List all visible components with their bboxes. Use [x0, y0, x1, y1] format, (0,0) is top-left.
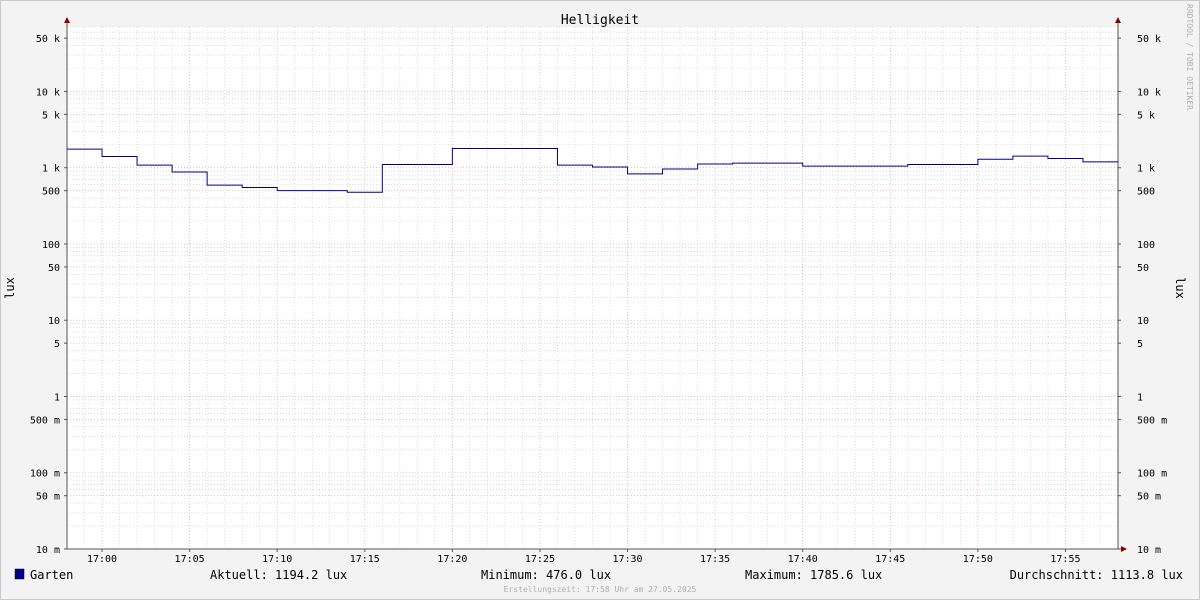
y-tick-label-left: 100 [42, 240, 60, 251]
y-tick-label-right: 10 [1137, 316, 1149, 327]
x-tick-label: 17:45 [875, 554, 905, 565]
y-tick-label-right: 500 m [1137, 415, 1167, 426]
x-tick-label: 17:05 [175, 554, 205, 565]
x-tick-label: 17:55 [1050, 554, 1080, 565]
y-tick-label-right: 1 k [1137, 164, 1155, 175]
y-tick-label-left: 10 m [36, 545, 60, 556]
y-tick-label-left: 5 k [42, 110, 60, 121]
x-tick-label: 17:00 [87, 554, 117, 565]
x-tick-label: 17:10 [262, 554, 292, 565]
y-axis-ticks-right: 10 m 50 m 100 m 500 m 1 5 10 50 100 500 1 k 5 k 10 k… [1118, 34, 1167, 556]
y-tick-label-left: 1 [54, 392, 60, 403]
y-tick-label-left: 10 k [36, 87, 60, 98]
footer-timestamp: Erstellungszeit: 17:58 Uhr am 27.05.2025 [504, 585, 697, 594]
x-tick-label: 17:50 [963, 554, 993, 565]
x-tick-label: 17:35 [700, 554, 730, 565]
y-tick-label-right: 50 k [1137, 34, 1161, 45]
y-tick-label-right: 10 k [1137, 87, 1161, 98]
legend-minimum: Minimum: 476.0 lux [481, 568, 611, 582]
y-tick-label-right: 500 [1137, 187, 1155, 198]
y-tick-label-right: 5 k [1137, 110, 1155, 121]
y-tick-label-right: 50 [1137, 263, 1149, 274]
legend-aktuell: Aktuell: 1194.2 lux [210, 568, 347, 582]
y-tick-label-right: 100 m [1137, 469, 1167, 480]
y-axis-arrow-right [1115, 17, 1121, 23]
x-tick-label: 17:20 [437, 554, 467, 565]
y-tick-label-left: 10 [48, 316, 60, 327]
x-tick-label: 17:30 [612, 554, 642, 565]
y-tick-label-right: 50 m [1137, 492, 1161, 503]
y-tick-label-left: 500 [42, 187, 60, 198]
y-tick-label-left: 50 [48, 263, 60, 274]
y-tick-label-left: 100 m [30, 469, 60, 480]
legend-maximum: Maximum: 1785.6 lux [745, 568, 882, 582]
watermark: RRDTOOL / TOBI OETIKER [1185, 4, 1194, 110]
y-tick-label-right: 1 [1137, 392, 1143, 403]
y-tick-label-left: 500 m [30, 415, 60, 426]
y-tick-label-left: 50 m [36, 492, 60, 503]
legend-swatch-garten [14, 568, 25, 580]
y-tick-label-left: 50 k [36, 34, 60, 45]
y-tick-label-left: 1 k [42, 164, 60, 175]
y-tick-label-left: 5 [54, 339, 60, 350]
x-axis-ticks: 17:00 17:05 17:10 17:15 17:20 17:25 17:30 17:35… [87, 549, 1081, 565]
y-tick-label-right: 5 [1137, 339, 1143, 350]
y-axis-label-right: lux [1173, 277, 1187, 299]
chart-title: Helligkeit [561, 13, 639, 28]
brightness-chart: Helligkeit 10 m 50 m 100 m 500 m 1 5 10 50 100 50… [3, 4, 1194, 594]
x-tick-label: 17:25 [525, 554, 555, 565]
y-axis-ticks-left: 10 m 50 m 100 m 500 m 1 5 10 50 100 500 1 k 5 k 10 k… [30, 34, 67, 556]
legend-durchschnitt: Durchschnitt: 1113.8 lux [1010, 568, 1183, 582]
legend-series-name: Garten [30, 568, 73, 582]
x-tick-label: 17:15 [350, 554, 380, 565]
y-tick-label-right: 10 m [1137, 545, 1161, 556]
x-axis-arrow [1121, 546, 1127, 552]
y-axis-arrow-left [64, 17, 70, 23]
y-tick-label-right: 100 [1137, 240, 1155, 251]
y-axis-label-left: lux [3, 277, 17, 299]
x-tick-label: 17:40 [788, 554, 818, 565]
